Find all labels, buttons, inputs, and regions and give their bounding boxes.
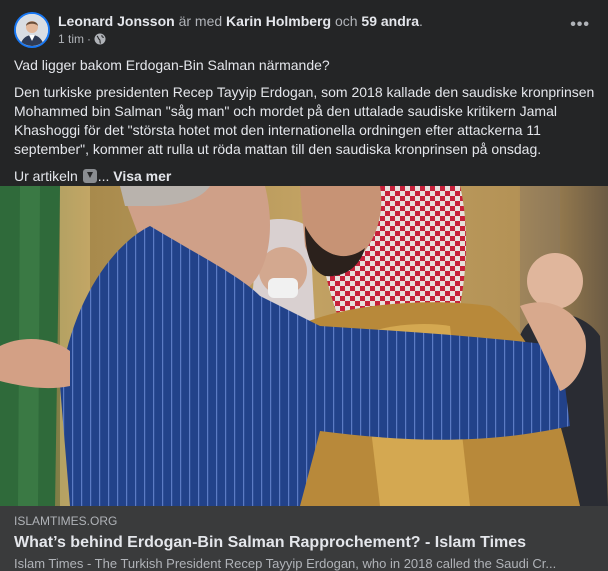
tagged-others[interactable]: 59 andra bbox=[361, 13, 419, 29]
post-paragraph: Den turkiske presidenten Recep Tayyip Er… bbox=[14, 84, 595, 157]
post-header: Leonard Jonsson är med Karin Holmberg oc… bbox=[14, 10, 598, 50]
source-prefix: Ur artikeln bbox=[14, 168, 78, 184]
post-time[interactable]: 1 tim bbox=[58, 31, 84, 47]
meta-separator: · bbox=[87, 32, 92, 46]
post-text: Vad ligger bakom Erdogan-Bin Salman närm… bbox=[14, 56, 604, 186]
see-more-link[interactable]: Visa mer bbox=[113, 168, 171, 184]
more-options-icon[interactable]: ••• bbox=[570, 16, 590, 34]
and-text: och bbox=[331, 13, 362, 29]
period: . bbox=[419, 13, 423, 29]
globe-icon[interactable] bbox=[94, 33, 106, 45]
with-text: är med bbox=[174, 13, 227, 29]
avatar[interactable] bbox=[14, 12, 50, 48]
tagged-person[interactable]: Karin Holmberg bbox=[226, 13, 331, 29]
down-arrow-icon bbox=[82, 169, 97, 183]
link-domain: ISLAMTIMES.ORG bbox=[14, 514, 118, 528]
author-line: Leonard Jonsson är med Karin Holmberg oc… bbox=[58, 12, 423, 30]
post-meta: 1 tim · bbox=[58, 31, 106, 47]
link-preview[interactable]: ISLAMTIMES.ORG What’s behind Erdogan-Bin… bbox=[0, 506, 608, 571]
photo-illustration bbox=[0, 186, 608, 506]
post-photo[interactable] bbox=[0, 186, 608, 506]
feed-post: Leonard Jonsson är med Karin Holmberg oc… bbox=[0, 0, 608, 571]
link-title[interactable]: What’s behind Erdogan-Bin Salman Rapproc… bbox=[14, 533, 594, 553]
post-question: Vad ligger bakom Erdogan-Bin Salman närm… bbox=[14, 57, 330, 73]
link-description: Islam Times - The Turkish President Rece… bbox=[14, 556, 557, 571]
author-name[interactable]: Leonard Jonsson bbox=[58, 13, 175, 29]
source-line: Ur artikeln ... Visa mer bbox=[14, 167, 604, 186]
ellipsis: ... bbox=[97, 168, 110, 184]
